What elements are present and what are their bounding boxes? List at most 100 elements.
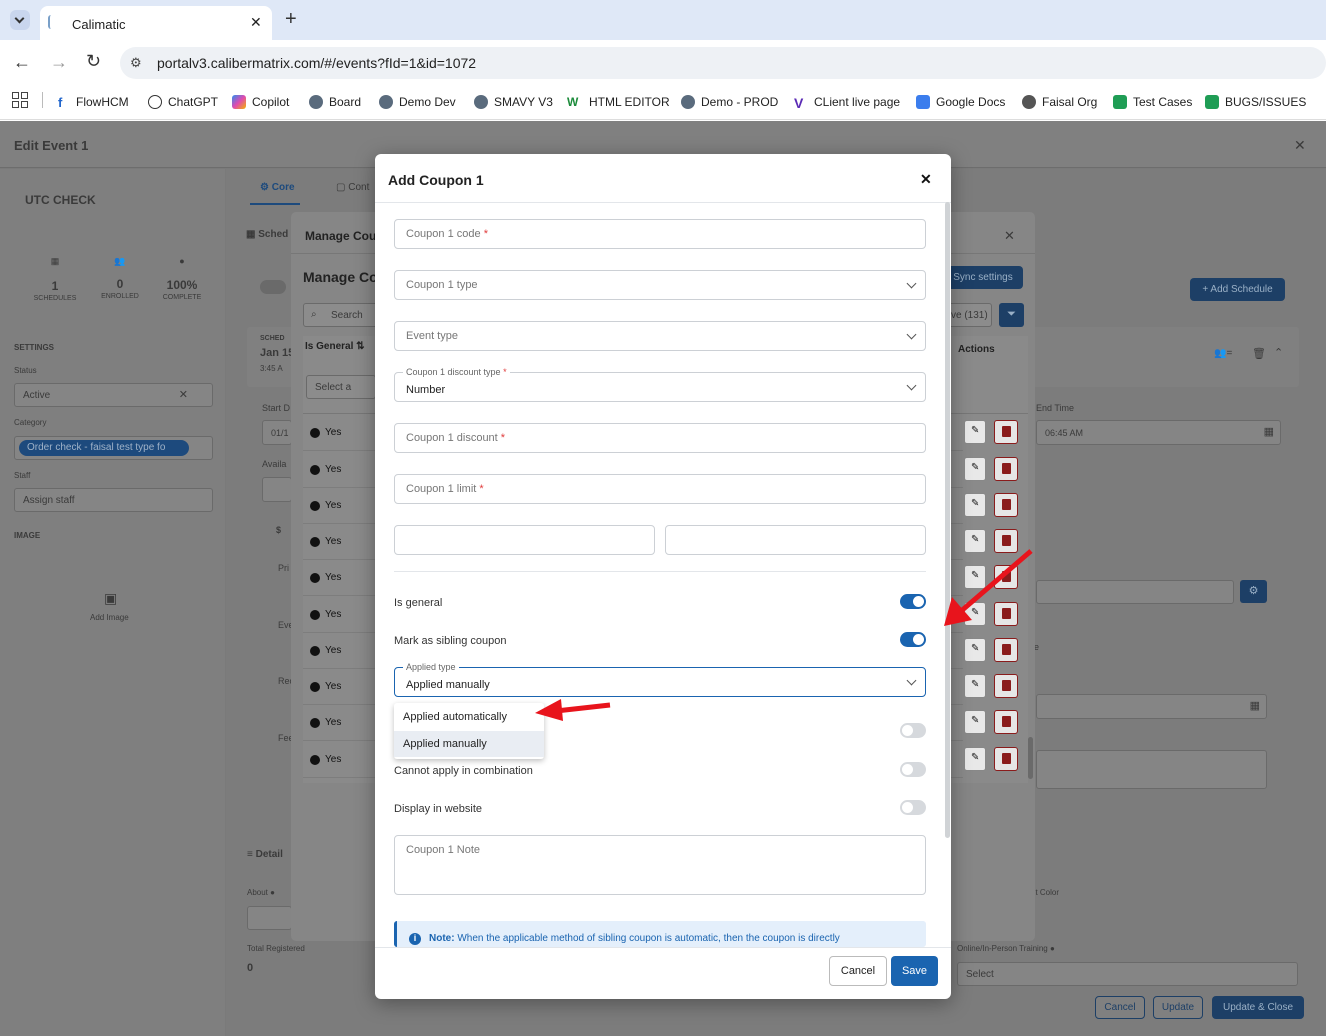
edit-coupon-icon[interactable]: ✎ xyxy=(964,747,986,771)
filter-icon[interactable]: ⏷ xyxy=(999,303,1024,327)
coupon-code-input[interactable]: Coupon 1 code * xyxy=(394,219,926,249)
bookmark-html-editor[interactable]: W HTML EDITOR xyxy=(567,92,670,112)
edit-coupon-icon[interactable]: ✎ xyxy=(964,457,986,481)
delete-coupon-icon[interactable] xyxy=(994,602,1018,626)
add-image-label[interactable]: Add Image xyxy=(90,613,129,622)
manage-search-input[interactable]: ⌕ Search xyxy=(303,303,383,327)
bookmark-board[interactable]: Board xyxy=(309,92,361,112)
apps-grid-icon[interactable] xyxy=(12,92,28,108)
trash-icon[interactable]: 🗑 xyxy=(1252,347,1266,360)
calendar-icon[interactable]: ▦ xyxy=(1250,699,1260,712)
start-date-field[interactable] xyxy=(394,525,655,555)
delete-coupon-icon[interactable] xyxy=(994,747,1018,771)
availability-input[interactable] xyxy=(262,477,292,502)
bookmark-flowhcm[interactable]: f FlowHCM xyxy=(58,92,129,112)
edit-coupon-icon[interactable]: ✎ xyxy=(964,420,986,444)
address-bar[interactable]: ⚙ portalv3.calibermatrix.com/#/events?fI… xyxy=(120,47,1326,79)
delete-coupon-icon[interactable] xyxy=(994,710,1018,734)
bookmark-smavy[interactable]: SMAVY V3 xyxy=(474,92,553,112)
edit-coupon-icon[interactable]: ✎ xyxy=(964,493,986,517)
manage-close-icon[interactable]: ✕ xyxy=(1004,228,1015,244)
bookmark-bugs[interactable]: BUGS/ISSUES xyxy=(1205,92,1306,112)
tab-core[interactable]: ⚙ Core xyxy=(260,182,295,193)
right-date-input[interactable]: ▦ xyxy=(1036,694,1267,719)
modal-close-icon[interactable]: ✕ xyxy=(920,171,932,188)
edit-event-close-icon[interactable]: ✕ xyxy=(1294,137,1306,154)
bookmark-google-docs[interactable]: Google Docs xyxy=(916,92,1005,112)
site-settings-icon[interactable]: ⚙ xyxy=(130,55,142,71)
about-input[interactable] xyxy=(247,906,292,930)
col-is-general[interactable]: Is General ⇅ xyxy=(305,341,365,352)
edit-coupon-icon[interactable]: ✎ xyxy=(964,529,986,553)
bookmark-copilot[interactable]: Copilot xyxy=(232,92,289,112)
modal-cancel-button[interactable]: Cancel xyxy=(829,956,887,986)
event-type-select[interactable]: Event type xyxy=(394,321,926,351)
bookmark-client-live[interactable]: V CLient live page xyxy=(794,92,900,112)
settings-gear-button[interactable]: ⚙ xyxy=(1240,580,1267,603)
is-general-toggle[interactable] xyxy=(900,594,926,609)
calendar-icon[interactable]: ▦ xyxy=(1264,425,1274,438)
modal-scrollbar[interactable] xyxy=(945,202,950,838)
delete-coupon-icon[interactable] xyxy=(994,638,1018,662)
tab-cont[interactable]: ▢ Cont xyxy=(336,182,369,193)
bookmark-demo-prod[interactable]: Demo - PROD xyxy=(681,92,778,112)
bookmark-faisal-org[interactable]: Faisal Org xyxy=(1022,92,1097,112)
edit-coupon-icon[interactable]: ✎ xyxy=(964,674,986,698)
sync-settings-button[interactable]: Sync settings xyxy=(943,266,1023,289)
coupon-limit-input[interactable]: Coupon 1 limit * xyxy=(394,474,926,504)
hidden-row-toggle[interactable] xyxy=(900,723,926,738)
reload-icon[interactable]: ↻ xyxy=(86,51,101,72)
clear-icon[interactable]: ✕ xyxy=(179,388,188,401)
back-icon[interactable]: ← xyxy=(13,52,31,73)
tab-search-button[interactable] xyxy=(10,10,30,30)
browser-tab[interactable]: Calimatic ✕ xyxy=(40,6,272,40)
bookmark-test-cases[interactable]: Test Cases xyxy=(1113,92,1192,112)
applied-type-select[interactable]: Applied type Applied manually xyxy=(394,662,926,697)
category-select[interactable]: Order check - faisal test type fo xyxy=(14,436,213,460)
right-textarea[interactable] xyxy=(1036,750,1267,789)
sibling-coupon-toggle[interactable] xyxy=(900,632,926,647)
staff-select[interactable]: Assign staff xyxy=(14,488,213,512)
start-date-input[interactable]: 01/1 xyxy=(262,420,292,445)
combination-toggle[interactable] xyxy=(900,762,926,777)
chevron-up-icon[interactable]: ⌃ xyxy=(1274,346,1283,359)
price-label: Pri xyxy=(278,563,289,573)
bookmark-demo-dev[interactable]: Demo Dev xyxy=(379,92,456,112)
new-tab-icon[interactable]: + xyxy=(285,8,297,31)
forward-icon[interactable]: → xyxy=(50,52,68,73)
edit-coupon-icon[interactable]: ✎ xyxy=(964,710,986,734)
option-applied-manually[interactable]: Applied manually xyxy=(394,731,544,757)
delete-coupon-icon[interactable] xyxy=(994,457,1018,481)
end-date-field[interactable] xyxy=(665,525,926,555)
event-update-button[interactable]: Update xyxy=(1153,996,1203,1019)
coupon-type-select[interactable]: Coupon 1 type xyxy=(394,270,926,300)
modal-save-button[interactable]: Save xyxy=(891,956,938,986)
delete-coupon-icon[interactable] xyxy=(994,565,1018,589)
category-chip[interactable]: Order check - faisal test type fo xyxy=(19,440,189,456)
online-training-select[interactable]: Select xyxy=(957,962,1298,986)
website-toggle[interactable] xyxy=(900,800,926,815)
status-select[interactable]: Active ✕ xyxy=(14,383,213,407)
manage-scrollbar[interactable] xyxy=(1028,737,1033,779)
edit-coupon-icon[interactable]: ✎ xyxy=(964,602,986,626)
discount-type-select[interactable]: Coupon 1 discount type * Number xyxy=(394,367,926,402)
tab-close-icon[interactable]: ✕ xyxy=(250,14,262,31)
option-applied-automatically[interactable]: Applied automatically xyxy=(394,705,544,729)
end-time-input[interactable]: 06:45 AM ▦ xyxy=(1036,420,1281,445)
event-update-close-button[interactable]: Update & Close xyxy=(1212,996,1304,1019)
delete-coupon-icon[interactable] xyxy=(994,674,1018,698)
coupon-discount-input[interactable]: Coupon 1 discount * xyxy=(394,423,926,453)
edit-coupon-icon[interactable]: ✎ xyxy=(964,565,986,589)
delete-coupon-icon[interactable] xyxy=(994,529,1018,553)
event-cancel-button[interactable]: Cancel xyxy=(1095,996,1145,1019)
coupon-note-textarea[interactable]: Coupon 1 Note xyxy=(394,835,926,895)
delete-coupon-icon[interactable] xyxy=(994,493,1018,517)
users-icon[interactable]: 👥= xyxy=(1214,348,1232,359)
bookmark-chatgpt[interactable]: ChatGPT xyxy=(148,92,218,112)
add-schedule-button[interactable]: + Add Schedule xyxy=(1190,278,1285,301)
general-filter-select[interactable]: Select a xyxy=(306,375,376,399)
schedule-toggle[interactable] xyxy=(260,280,286,294)
edit-coupon-icon[interactable]: ✎ xyxy=(964,638,986,662)
right-select[interactable] xyxy=(1036,580,1234,604)
delete-coupon-icon[interactable] xyxy=(994,420,1018,444)
